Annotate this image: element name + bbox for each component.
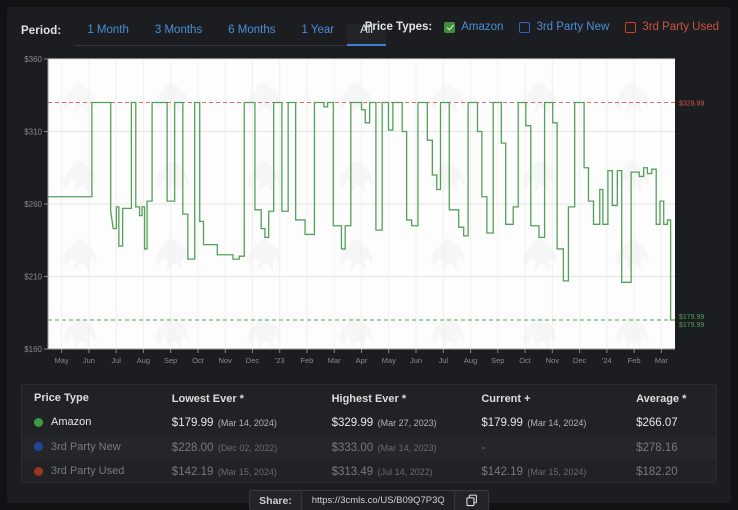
- lowest-value: $179.99: [172, 417, 214, 429]
- main-panel: Period: 1 Month 3 Months 6 Months 1 Year…: [7, 7, 731, 503]
- share-label: Share:: [250, 491, 302, 510]
- svg-text:$179.99: $179.99: [679, 314, 704, 321]
- highest-date: (Mar 27, 2023): [378, 418, 437, 428]
- svg-text:Mar: Mar: [655, 356, 668, 365]
- highest-value: $329.99: [332, 417, 374, 429]
- table-row: 3rd Party Used $142.19 (Mar 15, 2024) $3…: [22, 459, 716, 484]
- current-value: $142.19: [481, 466, 523, 478]
- col-highest-ever: Highest Ever *: [332, 393, 407, 405]
- average-value: $182.20: [636, 466, 678, 478]
- svg-text:May: May: [55, 356, 69, 365]
- share-url-input[interactable]: [302, 491, 454, 510]
- svg-text:Aug: Aug: [464, 356, 477, 365]
- period-tabs: 1 Month 3 Months 6 Months 1 Year All: [74, 12, 386, 46]
- svg-text:$260: $260: [24, 200, 42, 209]
- share-bar: Share:: [249, 490, 489, 510]
- svg-text:Jun: Jun: [83, 356, 95, 365]
- svg-text:Jul: Jul: [111, 356, 121, 365]
- average-value: $266.07: [636, 417, 678, 429]
- svg-text:Nov: Nov: [546, 356, 560, 365]
- lowest-date: (Mar 14, 2024): [218, 418, 277, 428]
- period-label: Period:: [21, 25, 61, 46]
- svg-text:$329.99: $329.99: [679, 101, 704, 108]
- col-lowest-ever: Lowest Ever *: [172, 393, 244, 405]
- svg-text:May: May: [382, 356, 396, 365]
- highest-date: (Jul 14, 2022): [378, 467, 433, 477]
- svg-text:Mar: Mar: [328, 356, 341, 365]
- copy-button[interactable]: [454, 491, 488, 510]
- svg-text:$360: $360: [24, 55, 42, 64]
- legend-dot-third-party-new-icon: [34, 442, 43, 451]
- svg-text:Aug: Aug: [137, 356, 150, 365]
- svg-text:Jun: Jun: [410, 356, 422, 365]
- highest-value: $333.00: [332, 442, 374, 454]
- svg-text:Oct: Oct: [192, 356, 205, 365]
- copy-icon: [465, 494, 478, 507]
- tab-6-months[interactable]: 6 Months: [215, 24, 288, 46]
- price-type-third-party-used[interactable]: 3rd Party Used: [625, 21, 719, 33]
- table-row: Amazon $179.99 (Mar 14, 2024) $329.99 (M…: [22, 410, 716, 435]
- legend-dot-third-party-used-icon: [34, 467, 43, 476]
- svg-text:Sep: Sep: [164, 356, 177, 365]
- row-label: Amazon: [51, 416, 91, 428]
- highest-date: (Mar 14, 2023): [378, 443, 437, 453]
- svg-text:$210: $210: [24, 273, 42, 282]
- row-label: 3rd Party Used: [51, 465, 124, 477]
- current-date: (Mar 14, 2024): [527, 418, 586, 428]
- svg-text:Feb: Feb: [628, 356, 641, 365]
- price-type-third-party-new-label: 3rd Party New: [536, 21, 609, 33]
- current-value: $179.99: [481, 417, 523, 429]
- legend-dot-amazon-icon: [34, 418, 43, 427]
- checkbox-third-party-used-icon[interactable]: [625, 22, 636, 33]
- price-summary-table: Price Type Lowest Ever * Highest Ever * …: [21, 384, 717, 483]
- lowest-value: $142.19: [172, 466, 214, 478]
- price-types-selector: Price Types: Amazon 3rd Party New 3rd Pa…: [365, 12, 719, 42]
- current-value: -: [481, 442, 485, 454]
- col-current: Current +: [481, 393, 530, 405]
- svg-text:Dec: Dec: [246, 356, 260, 365]
- svg-text:$160: $160: [24, 345, 42, 354]
- table-header-row: Price Type Lowest Ever * Highest Ever * …: [22, 385, 716, 410]
- table-row: 3rd Party New $228.00 (Dec 02, 2022) $33…: [22, 435, 716, 460]
- row-label: 3rd Party New: [51, 441, 121, 453]
- lowest-date: (Mar 15, 2024): [218, 467, 277, 477]
- svg-text:'23: '23: [275, 356, 285, 365]
- svg-text:Jul: Jul: [438, 356, 448, 365]
- svg-text:Nov: Nov: [219, 356, 233, 365]
- lowest-date: (Dec 02, 2022): [218, 443, 278, 453]
- svg-text:Sep: Sep: [491, 356, 504, 365]
- price-type-amazon[interactable]: Amazon: [444, 21, 503, 33]
- current-date: (Mar 15, 2024): [527, 467, 586, 477]
- price-history-page: Period: 1 Month 3 Months 6 Months 1 Year…: [0, 0, 738, 510]
- tab-3-months[interactable]: 3 Months: [142, 24, 215, 46]
- price-types-label: Price Types:: [365, 21, 433, 33]
- col-average: Average *: [636, 393, 686, 405]
- period-selector: Period: 1 Month 3 Months 6 Months 1 Year…: [21, 12, 386, 46]
- lowest-value: $228.00: [172, 442, 214, 454]
- col-price-type: Price Type: [34, 392, 89, 404]
- svg-text:Feb: Feb: [301, 356, 314, 365]
- price-type-third-party-used-label: 3rd Party Used: [642, 21, 719, 33]
- price-type-amazon-label: Amazon: [461, 21, 503, 33]
- chart-canvas[interactable]: $160 $210 $260 $310 $360 May Jun Jul Aug Sep Oct No…: [21, 51, 717, 371]
- checkbox-third-party-new-icon[interactable]: [519, 22, 530, 33]
- chart-controls: Period: 1 Month 3 Months 6 Months 1 Year…: [7, 12, 731, 46]
- highest-value: $313.49: [332, 466, 374, 478]
- tab-1-month[interactable]: 1 Month: [74, 24, 142, 46]
- svg-text:Oct: Oct: [519, 356, 532, 365]
- price-type-third-party-new[interactable]: 3rd Party New: [519, 21, 609, 33]
- svg-text:'24: '24: [602, 356, 612, 365]
- price-history-chart[interactable]: $160 $210 $260 $310 $360 May Jun Jul Aug Sep Oct No…: [21, 51, 717, 371]
- svg-text:Apr: Apr: [356, 356, 368, 365]
- average-value: $278.16: [636, 442, 678, 454]
- tab-1-year[interactable]: 1 Year: [289, 24, 348, 46]
- svg-text:$310: $310: [24, 128, 42, 137]
- svg-text:Dec: Dec: [573, 356, 587, 365]
- svg-text:$179.99: $179.99: [679, 322, 704, 329]
- checkbox-amazon-icon[interactable]: [444, 22, 455, 33]
